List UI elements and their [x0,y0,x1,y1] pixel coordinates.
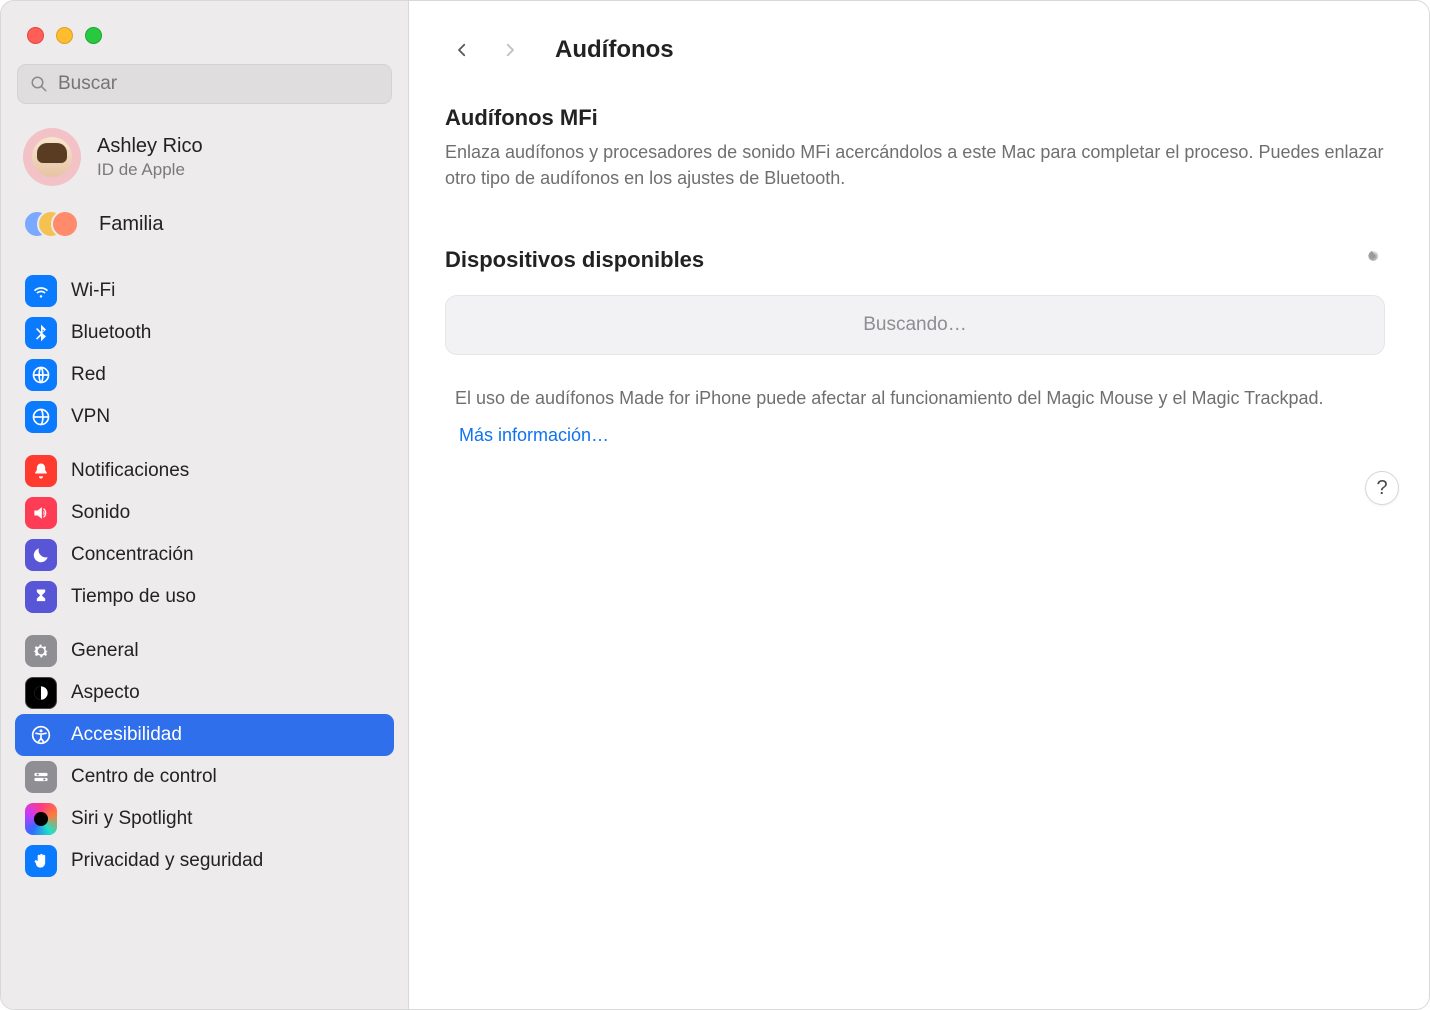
sidebar-item-label: Sonido [71,502,130,524]
sidebar-item-label: Bluetooth [71,322,151,344]
sidebar-item-notifications[interactable]: Notificaciones [15,450,394,492]
wifi-icon [25,275,57,307]
page-title: Audífonos [555,36,674,64]
bell-icon [25,455,57,487]
sidebar-item-label: Privacidad y seguridad [71,850,263,872]
help-button[interactable]: ? [1365,471,1399,505]
globe-icon [25,359,57,391]
sidebar-item-appearance[interactable]: Aspecto [15,672,394,714]
vpn-icon [25,401,57,433]
more-info-link[interactable]: Más información… [459,425,609,445]
sidebar-item-label: Notificaciones [71,460,189,482]
sidebar-item-label: Wi-Fi [71,280,115,302]
hourglass-icon [25,581,57,613]
maximize-window-button[interactable] [85,27,102,44]
devices-title: Dispositivos disponibles [445,247,704,273]
sidebar-item-label: Red [71,364,106,386]
search-icon [30,75,48,93]
avatar [23,128,81,186]
chevron-right-icon [501,41,519,59]
appearance-icon [25,677,57,709]
sidebar-nav: Wi-Fi Bluetooth Red VPN [15,258,394,1009]
sidebar: Ashley Rico ID de Apple Familia Wi-Fi Bl… [1,1,409,1009]
sidebar-item-label: Aspecto [71,682,140,704]
sidebar-item-sound[interactable]: Sonido [15,492,394,534]
sidebar-item-vpn[interactable]: VPN [15,396,394,438]
bluetooth-icon [25,317,57,349]
sidebar-item-label: Tiempo de uso [71,586,196,608]
sidebar-item-label: Accesibilidad [71,724,182,746]
minimize-window-button[interactable] [56,27,73,44]
sidebar-item-general[interactable]: General [15,630,394,672]
apple-id-row[interactable]: Ashley Rico ID de Apple [15,124,394,194]
main-panel: Audífonos Audífonos MFi Enlaza audífonos… [409,1,1429,1009]
sidebar-item-focus[interactable]: Concentración [15,534,394,576]
hand-icon [25,845,57,877]
devices-section: Dispositivos disponibles Buscando… El us… [445,247,1385,446]
searching-label: Buscando… [863,314,967,336]
sidebar-item-screentime[interactable]: Tiempo de uso [15,576,394,618]
sidebar-item-wifi[interactable]: Wi-Fi [15,270,394,312]
siri-icon [25,803,57,835]
sidebar-item-controlcenter[interactable]: Centro de control [15,756,394,798]
searching-status: Buscando… [445,295,1385,355]
gear-icon [25,635,57,667]
devices-note: El uso de audífonos Made for iPhone pued… [445,385,1385,411]
family-icon [23,208,81,240]
sidebar-item-network[interactable]: Red [15,354,394,396]
search-field[interactable] [17,64,392,104]
family-row[interactable]: Familia [15,194,394,258]
back-button[interactable] [445,33,479,67]
close-window-button[interactable] [27,27,44,44]
sidebar-item-label: Centro de control [71,766,217,788]
sidebar-item-accessibility[interactable]: Accesibilidad [15,714,394,756]
sidebar-item-bluetooth[interactable]: Bluetooth [15,312,394,354]
account-name: Ashley Rico [97,135,203,158]
sidebar-item-siri[interactable]: Siri y Spotlight [15,798,394,840]
settings-window: Ashley Rico ID de Apple Familia Wi-Fi Bl… [0,0,1430,1010]
account-subtitle: ID de Apple [97,160,203,180]
sidebar-item-label: VPN [71,406,110,428]
sidebar-item-label: Concentración [71,544,194,566]
forward-button [493,33,527,67]
accessibility-icon [25,719,57,751]
window-controls [15,23,394,64]
family-label: Familia [99,213,163,236]
mfi-description: Enlaza audífonos y procesadores de sonid… [445,139,1385,191]
sidebar-item-label: Siri y Spotlight [71,808,192,830]
mfi-section: Audífonos MFi Enlaza audífonos y procesa… [445,105,1385,191]
moon-icon [25,539,57,571]
header: Audífonos [445,25,1385,75]
spinner-icon [1359,247,1385,273]
chevron-left-icon [453,41,471,59]
mfi-title: Audífonos MFi [445,105,1385,131]
sidebar-item-privacy[interactable]: Privacidad y seguridad [15,840,394,882]
search-input[interactable] [58,73,379,95]
speaker-icon [25,497,57,529]
sidebar-item-label: General [71,640,139,662]
control-center-icon [25,761,57,793]
